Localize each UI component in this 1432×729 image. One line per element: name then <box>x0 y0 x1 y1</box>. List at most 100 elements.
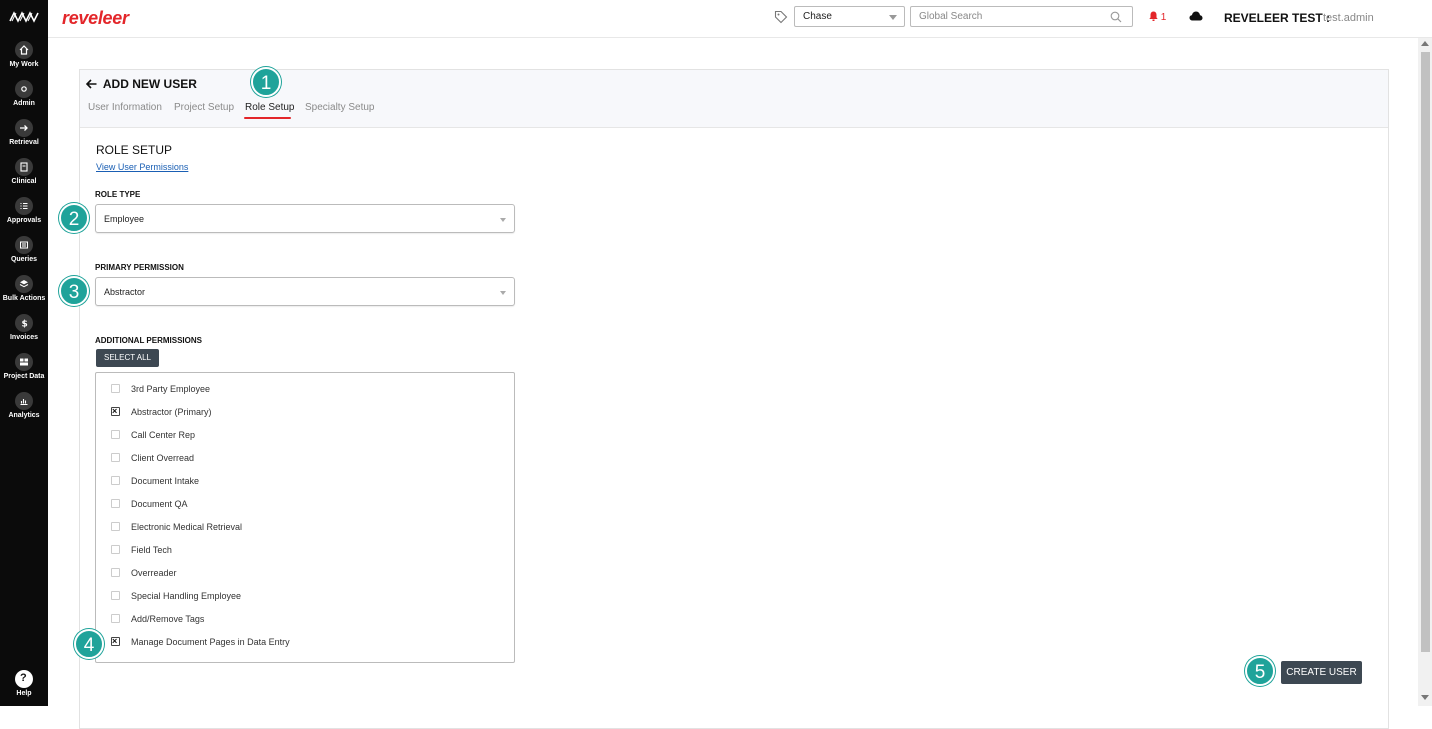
tab-project-setup[interactable]: Project Setup <box>174 102 234 113</box>
permission-item[interactable]: Client Overread <box>111 453 194 463</box>
primary-permission-label: PRIMARY PERMISSION <box>95 263 184 272</box>
chevron-down-icon <box>500 291 506 295</box>
permission-checkbox[interactable] <box>111 545 120 554</box>
tab-user-information[interactable]: User Information <box>88 102 162 113</box>
permission-item[interactable]: Overreader <box>111 568 177 578</box>
sidebar-item-retrieval[interactable]: Retrieval <box>0 119 48 155</box>
permission-checkbox[interactable] <box>111 522 120 531</box>
permission-label: Call Center Rep <box>131 430 196 440</box>
help-button[interactable]: ? Help <box>0 670 48 697</box>
tab-role-setup[interactable]: Role Setup <box>245 102 294 113</box>
additional-permissions-label: ADDITIONAL PERMISSIONS <box>95 336 202 345</box>
home-icon <box>15 41 33 59</box>
notifications-button[interactable]: 1 <box>1149 11 1166 23</box>
sidebar-item-label: Bulk Actions <box>2 295 46 302</box>
permission-checkbox[interactable] <box>111 405 120 417</box>
permission-checkbox[interactable] <box>111 591 120 600</box>
user-id[interactable]: test.admin <box>1323 12 1374 24</box>
sidebar-item-clinical[interactable]: Clinical <box>0 158 48 194</box>
permission-item[interactable]: Call Center Rep <box>111 430 195 440</box>
role-type-label: ROLE TYPE <box>95 190 141 199</box>
tag-icon[interactable] <box>774 10 788 24</box>
bell-icon <box>1149 11 1158 21</box>
sidebar-item-label: Clinical <box>11 178 37 185</box>
role-type-select[interactable]: Employee <box>95 204 515 233</box>
scroll-down-icon[interactable] <box>1421 695 1429 700</box>
sidebar-item-invoices[interactable]: $ Invoices <box>0 314 48 350</box>
active-tab-indicator <box>244 117 291 119</box>
sidebar-item-my-work[interactable]: My Work <box>0 41 48 77</box>
permission-label: Special Handling Employee <box>131 591 242 601</box>
cloud-icon[interactable] <box>1189 11 1203 21</box>
permission-checkbox[interactable] <box>111 499 120 508</box>
sidebar-item-project-data[interactable]: Project Data <box>0 353 48 389</box>
sidebar-item-admin[interactable]: Admin <box>0 80 48 116</box>
chevron-down-icon <box>889 15 897 20</box>
page-scrollbar[interactable] <box>1418 38 1432 706</box>
sidebar-item-label: My Work <box>9 61 39 68</box>
permission-label: 3rd Party Employee <box>131 384 211 394</box>
sidebar-item-label: Approvals <box>6 217 42 224</box>
permission-item[interactable]: Abstractor (Primary) <box>111 405 212 417</box>
permission-checkbox[interactable] <box>111 635 120 647</box>
search-placeholder: Global Search <box>919 11 983 22</box>
permission-item[interactable]: Document Intake <box>111 476 199 486</box>
permission-item[interactable]: Electronic Medical Retrieval <box>111 522 242 532</box>
permission-label: Client Overread <box>131 453 195 463</box>
permission-checkbox[interactable] <box>111 453 120 462</box>
logo-icon[interactable] <box>8 8 40 26</box>
tab-specialty-setup[interactable]: Specialty Setup <box>305 102 375 113</box>
callout-badge: 3 <box>59 276 89 306</box>
admin-icon <box>15 80 33 98</box>
clinical-icon <box>15 158 33 176</box>
dollar-icon: $ <box>15 314 33 332</box>
search-icon[interactable] <box>1110 11 1122 23</box>
sidebar-item-analytics[interactable]: Analytics <box>0 392 48 428</box>
help-icon: ? <box>15 670 33 688</box>
permission-item[interactable]: 3rd Party Employee <box>111 384 210 394</box>
top-bar: reveleer Chase Global Search 1 REVELEER … <box>48 0 1432 38</box>
scroll-thumb[interactable] <box>1421 52 1430 652</box>
analytics-icon <box>15 392 33 410</box>
sidebar: My Work Admin Retrieval Clinical Approvals Qu… <box>0 0 48 706</box>
sidebar-item-bulk-actions[interactable]: Bulk Actions <box>0 275 48 311</box>
permission-item[interactable]: Document QA <box>111 499 188 509</box>
permission-label: Document QA <box>131 499 188 509</box>
permission-label: Electronic Medical Retrieval <box>131 522 243 532</box>
brand-logo[interactable]: reveleer <box>62 8 129 29</box>
permission-checkbox[interactable] <box>111 614 120 623</box>
permission-checkbox[interactable] <box>111 568 120 577</box>
user-name[interactable]: REVELEER TEST : <box>1224 11 1330 25</box>
project-select-value: Chase <box>803 11 832 22</box>
section-title: ROLE SETUP <box>96 143 173 157</box>
sidebar-item-label: Admin <box>13 100 35 107</box>
callout-badge: 2 <box>59 203 89 233</box>
select-all-button[interactable]: SELECT ALL <box>96 349 159 367</box>
permission-checkbox[interactable] <box>111 384 120 393</box>
scroll-up-icon[interactable] <box>1421 41 1429 46</box>
svg-text:$: $ <box>22 320 28 329</box>
permission-label: Overreader <box>131 568 177 578</box>
permission-item[interactable]: Special Handling Employee <box>111 591 241 601</box>
create-user-button[interactable]: CREATE USER <box>1281 661 1362 684</box>
permission-checkbox[interactable] <box>111 430 120 439</box>
permission-label: Field Tech <box>131 545 172 555</box>
permission-label: Manage Document Pages in Data Entry <box>131 637 290 647</box>
view-permissions-link[interactable]: View User Permissions <box>96 162 188 172</box>
sidebar-item-approvals[interactable]: Approvals <box>0 197 48 233</box>
role-type-value: Employee <box>104 214 145 224</box>
sidebar-item-label: Invoices <box>9 334 38 341</box>
sidebar-item-queries[interactable]: Queries <box>0 236 48 272</box>
global-search-input[interactable]: Global Search <box>910 6 1133 27</box>
permission-item[interactable]: Add/Remove Tags <box>111 614 204 624</box>
primary-permission-select[interactable]: Abstractor <box>95 277 515 306</box>
chevron-down-icon <box>500 218 506 222</box>
project-select[interactable]: Chase <box>794 6 905 27</box>
permission-item[interactable]: Manage Document Pages in Data Entry <box>111 635 290 647</box>
callout-badge: 5 <box>1245 656 1275 686</box>
sidebar-item-label: Project Data <box>3 373 45 380</box>
arrow-left-icon <box>85 79 97 89</box>
back-button[interactable]: ADD NEW USER <box>85 77 197 91</box>
permission-checkbox[interactable] <box>111 476 120 485</box>
permission-item[interactable]: Field Tech <box>111 545 172 555</box>
